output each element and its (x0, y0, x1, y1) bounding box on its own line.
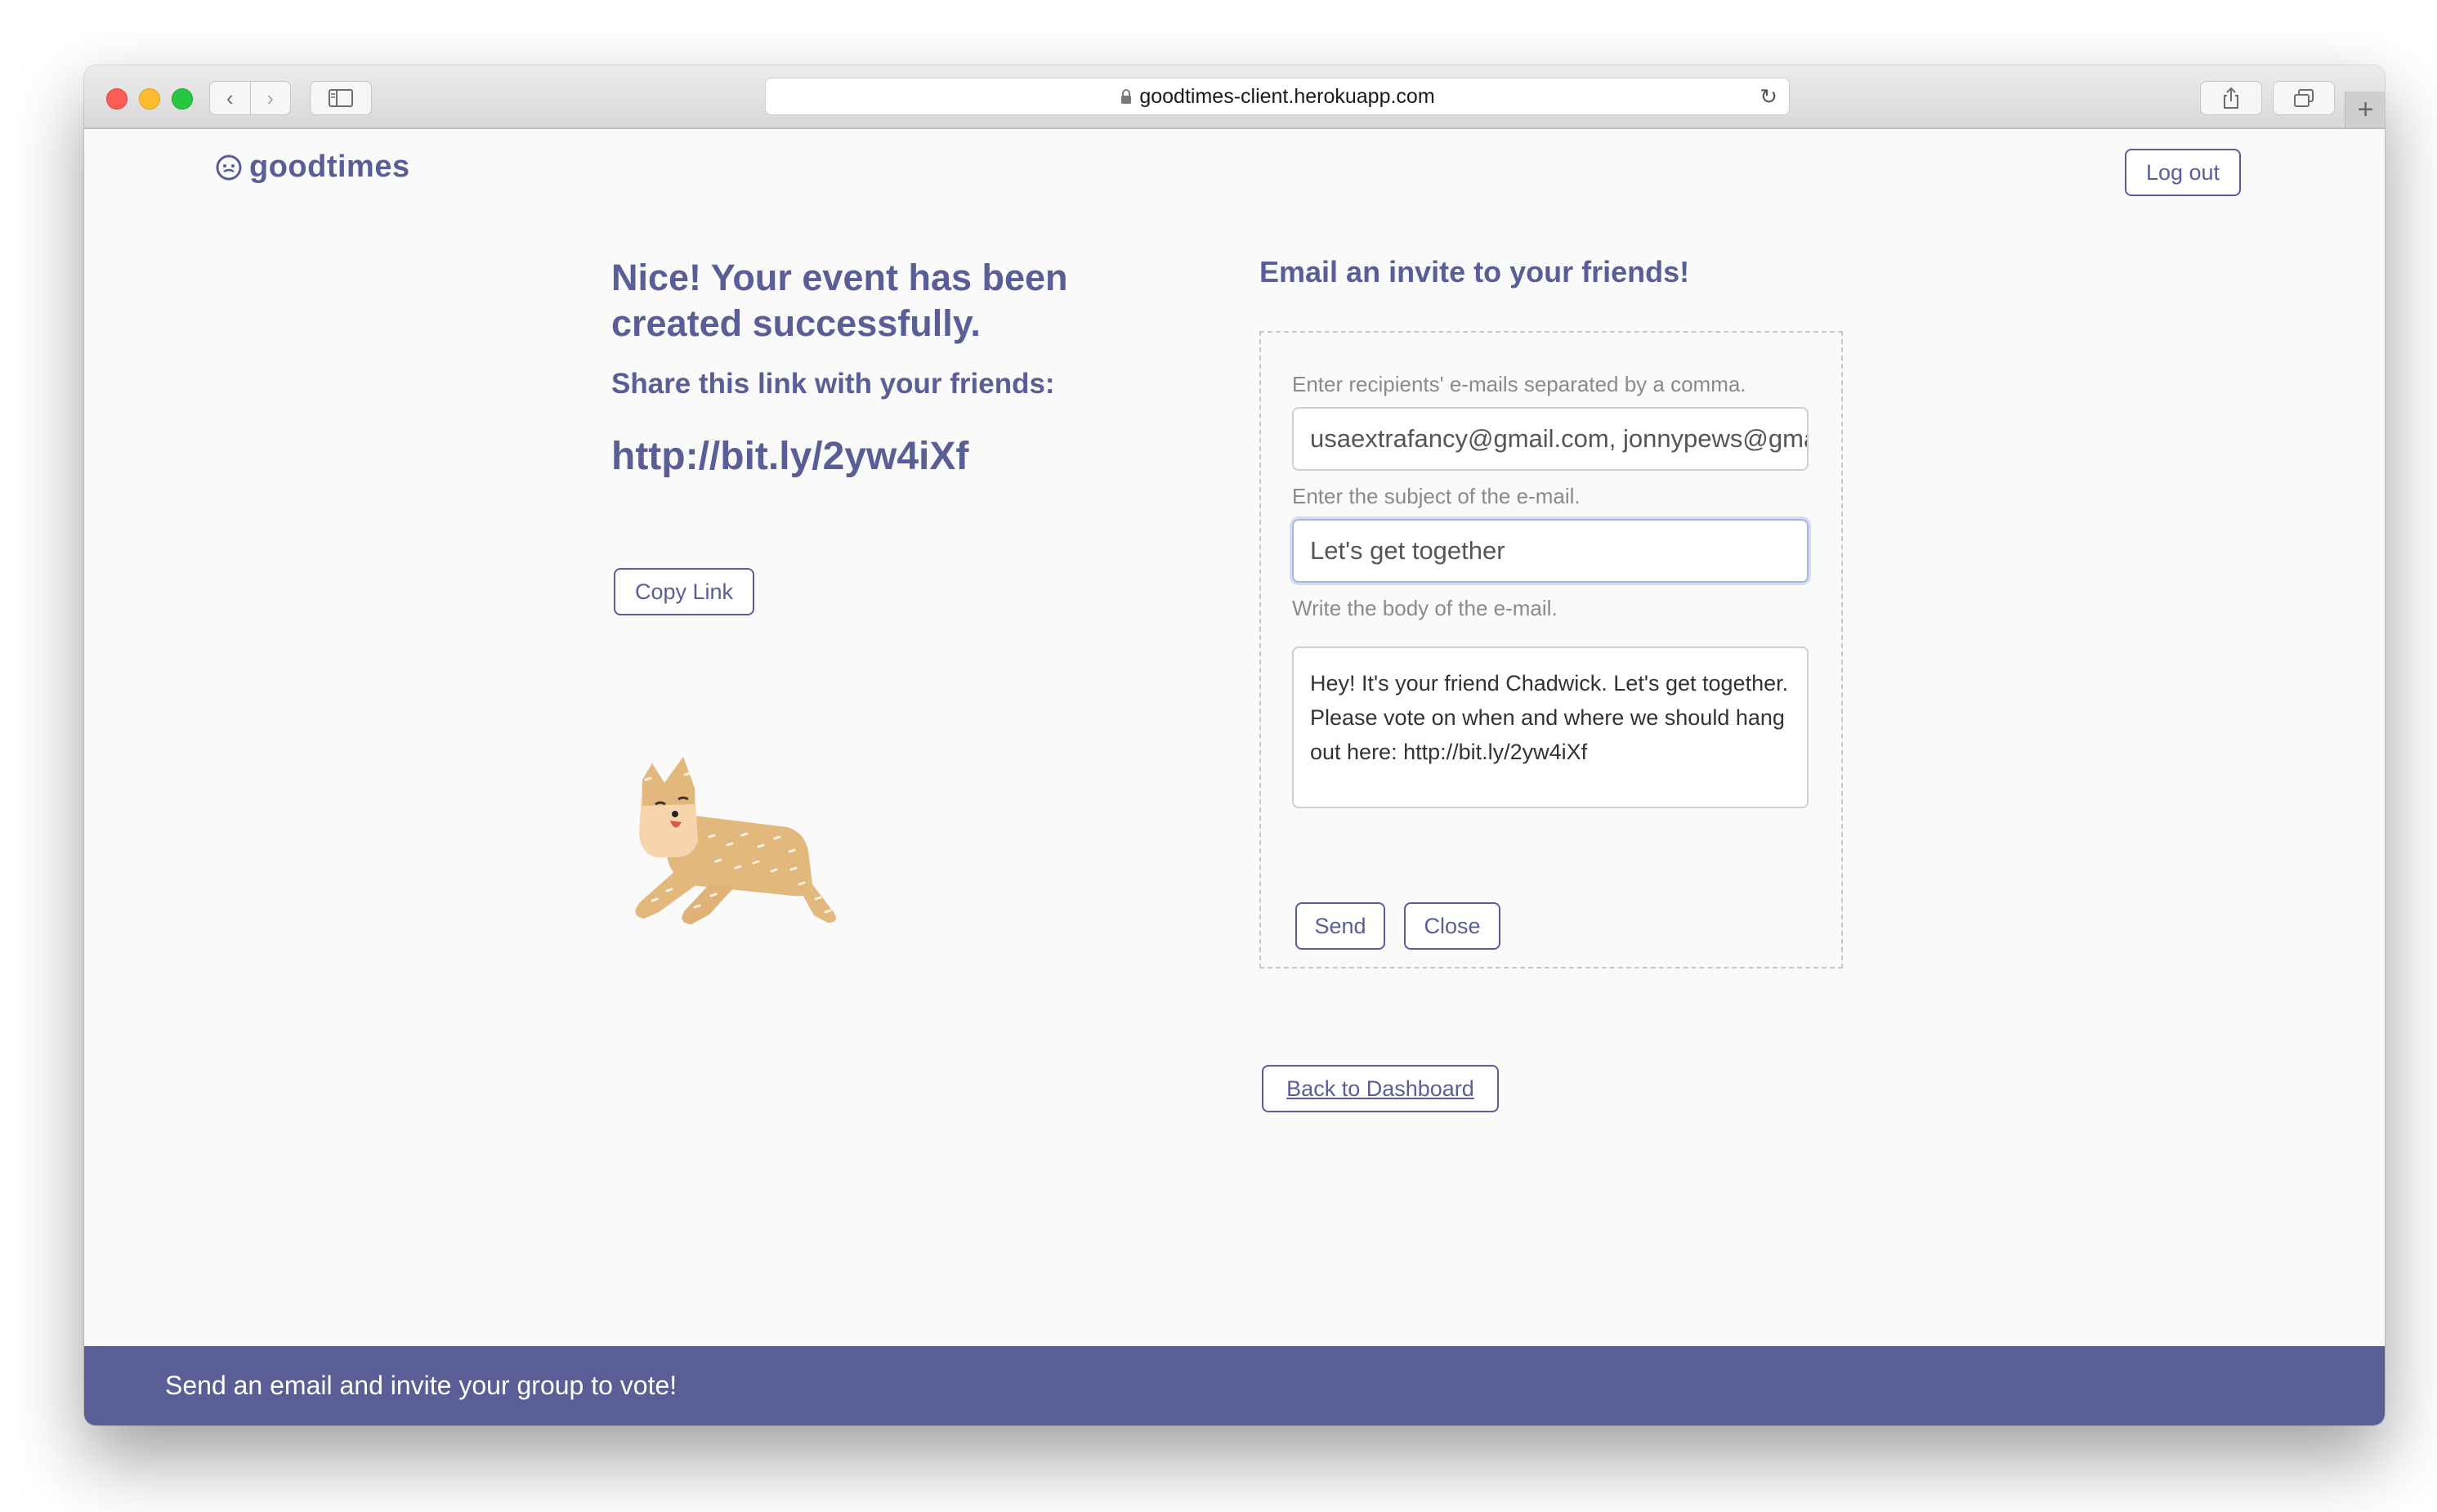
recipients-input[interactable]: usaextrafancy@gmail.com, jonnypews@gmail… (1292, 407, 1809, 471)
body-label: Write the body of the e-mail. (1292, 596, 1558, 620)
footer-banner: Send an email and invite your group to v… (84, 1346, 2385, 1425)
logout-button[interactable]: Log out (2125, 149, 2241, 196)
lock-icon (1121, 89, 1132, 104)
sidebar-icon (329, 89, 353, 107)
subject-input[interactable]: Let's get together (1292, 519, 1809, 583)
minimize-window-button[interactable] (139, 88, 160, 110)
share-link-url[interactable]: http://bit.ly/2yw4iXf (611, 434, 968, 479)
body-textarea[interactable]: Hey! It's your friend Chadwick. Let's ge… (1292, 646, 1809, 808)
chevron-right-icon[interactable]: › (249, 82, 291, 114)
address-bar[interactable]: goodtimes-client.herokuapp.com ↻ (765, 78, 1790, 115)
tabs-icon (2294, 89, 2314, 107)
success-headline: Nice! Your event has been created succes… (611, 257, 1068, 344)
brand-name: goodtimes (249, 150, 410, 184)
show-tabs-button[interactable] (2273, 81, 2335, 115)
browser-toolbar: ‹ › goodtimes-client.herokuapp.com ↻ + (84, 65, 2385, 129)
reload-icon[interactable]: ↻ (1760, 84, 1777, 110)
chevron-left-icon[interactable]: ‹ (210, 82, 250, 114)
browser-window: ‹ › goodtimes-client.herokuapp.com ↻ + g… (84, 65, 2385, 1425)
copy-link-button[interactable]: Copy Link (614, 568, 754, 615)
new-tab-button[interactable]: + (2345, 92, 2385, 127)
page-content: goodtimes Log out Nice! Your event has b… (84, 129, 2385, 1425)
dog-illustration (635, 757, 836, 924)
sidebar-toggle-button[interactable] (310, 81, 372, 115)
smiley-icon (216, 154, 242, 180)
history-nav: ‹ › (209, 81, 291, 115)
back-to-dashboard-button[interactable]: Back to Dashboard (1262, 1065, 1499, 1112)
invite-title: Email an invite to your friends! (1259, 255, 1690, 289)
brand-logo[interactable]: goodtimes (215, 150, 410, 185)
close-window-button[interactable] (106, 88, 127, 110)
footer-text: Send an email and invite your group to v… (165, 1371, 677, 1400)
share-button[interactable] (2200, 81, 2262, 115)
share-icon (2224, 87, 2238, 109)
send-button[interactable]: Send (1295, 902, 1385, 950)
address-text: goodtimes-client.herokuapp.com (1139, 84, 1435, 108)
zoom-window-button[interactable] (172, 88, 193, 110)
plus-icon: + (2357, 93, 2374, 125)
subject-label: Enter the subject of the e-mail. (1292, 484, 1581, 508)
share-link-label: Share this link with your friends: (611, 368, 1055, 400)
recipients-label: Enter recipients' e-mails separated by a… (1292, 372, 1746, 396)
close-button[interactable]: Close (1404, 902, 1500, 950)
